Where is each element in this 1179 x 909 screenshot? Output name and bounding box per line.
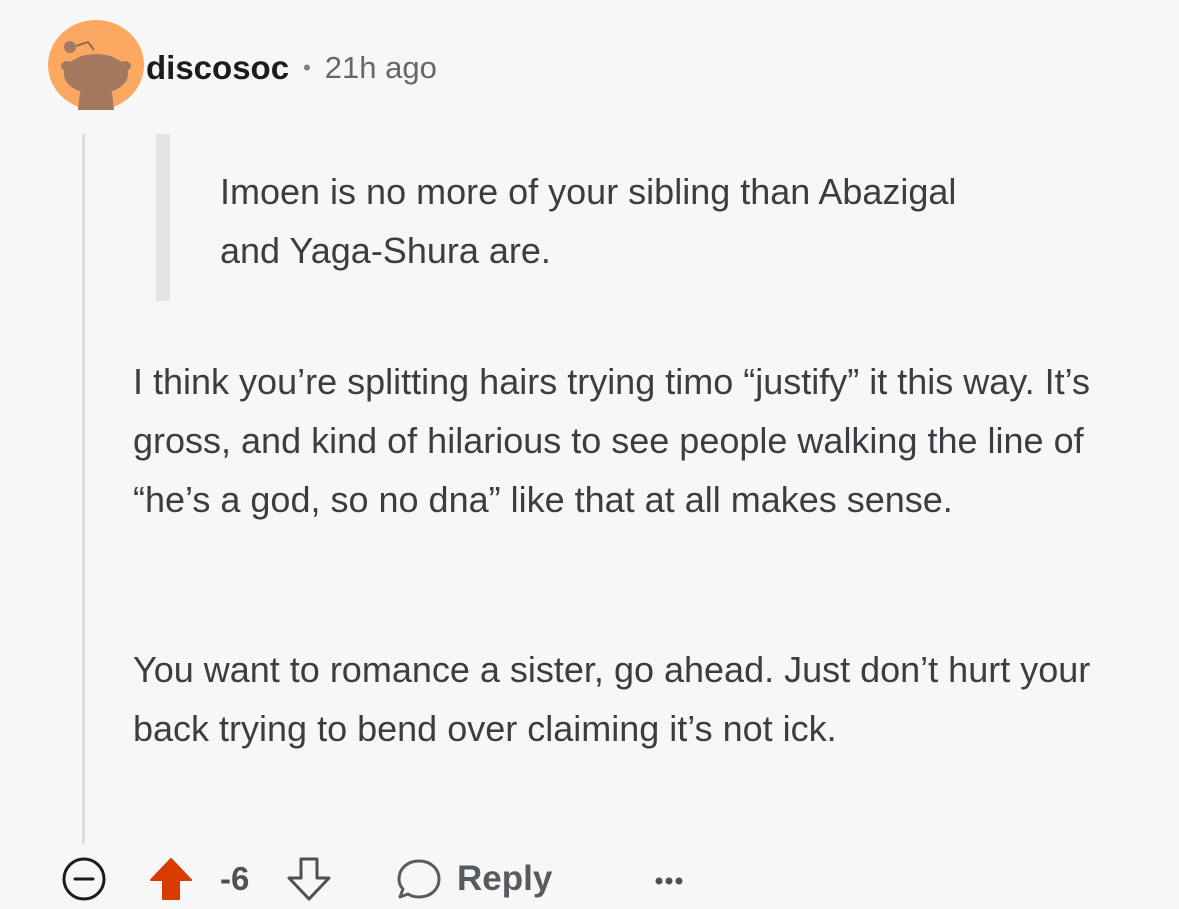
upvote-button[interactable] — [147, 855, 195, 903]
avatar[interactable] — [48, 20, 144, 110]
speech-bubble-icon — [397, 859, 441, 899]
more-options-button[interactable] — [645, 852, 693, 906]
blockquote-bar — [156, 134, 170, 301]
separator-dot: • — [303, 55, 311, 80]
reply-button[interactable]: Reply — [395, 852, 552, 906]
ellipsis-icon — [655, 877, 683, 885]
collapse-button[interactable] — [60, 855, 108, 903]
comment-paragraph: I think you’re splitting hairs trying ti… — [133, 361, 1090, 520]
arrow-down-icon — [287, 857, 331, 901]
comment-paragraph: You want to romance a sister, go ahead. … — [133, 649, 1091, 749]
snoo-avatar-icon — [48, 20, 144, 110]
comment-actions: -6 Reply — [55, 852, 755, 908]
thread-line[interactable] — [82, 134, 85, 844]
timestamp[interactable]: 21h ago — [325, 50, 437, 86]
downvote-button[interactable] — [285, 855, 333, 903]
comment-header: discosoc • 21h ago — [146, 44, 437, 92]
blockquote-text: Imoen is no more of your sibling than Ab… — [220, 171, 957, 271]
vote-score: -6 — [220, 860, 250, 897]
arrow-up-icon — [150, 858, 192, 900]
reply-label: Reply — [457, 859, 553, 898]
minus-circle-icon — [62, 857, 106, 901]
username[interactable]: discosoc — [146, 49, 289, 87]
